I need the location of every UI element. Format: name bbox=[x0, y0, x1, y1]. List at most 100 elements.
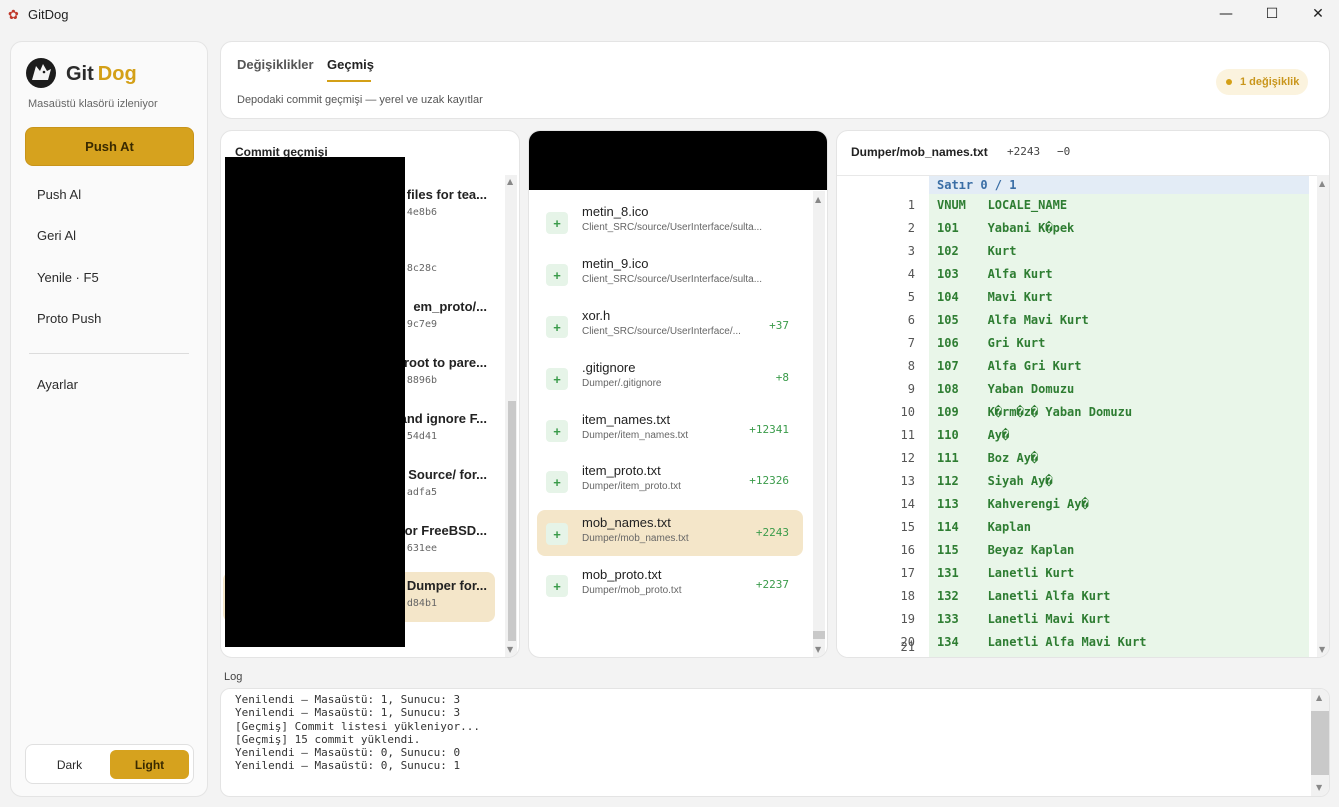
line-number: 11 bbox=[900, 428, 915, 442]
file-row[interactable]: + .gitignore Dumper/.gitignore +8 bbox=[537, 355, 803, 401]
line-code: 101 Yabani K�pek bbox=[937, 221, 1075, 235]
line-number: 7 bbox=[907, 336, 915, 350]
sidebar-divider bbox=[29, 353, 189, 354]
sidebar-item-proto-push[interactable]: Proto Push bbox=[37, 311, 101, 326]
push-button[interactable]: Push At bbox=[25, 127, 194, 166]
theme-toggle: Dark Light bbox=[25, 744, 194, 784]
log-output[interactable]: Yenilendi — Masaüstü: 1, Sunucu: 3 Yenile… bbox=[220, 688, 1330, 797]
sidebar-item-settings[interactable]: Ayarlar bbox=[37, 377, 78, 392]
scroll-down-icon[interactable]: ▼ bbox=[1319, 645, 1325, 654]
file-row[interactable]: + mob_proto.txt Dumper/mob_proto.txt +22… bbox=[537, 562, 803, 608]
diff-line: 18 132 Lanetli Alfa Kurt bbox=[837, 589, 1307, 612]
scrollbar-thumb[interactable] bbox=[508, 401, 516, 641]
scroll-down-icon[interactable]: ▼ bbox=[1316, 783, 1322, 792]
line-number: 9 bbox=[907, 382, 915, 396]
app-icon: ✿ bbox=[8, 7, 19, 22]
line-number: 1 bbox=[907, 198, 915, 212]
commit-scrollbar[interactable]: ▲ ▼ bbox=[505, 175, 517, 657]
file-name: xor.h bbox=[582, 308, 611, 323]
diff-line: 11 110 Ay� bbox=[837, 428, 1307, 451]
diff-additions: +2243 bbox=[1007, 145, 1041, 158]
scrollbar-thumb[interactable] bbox=[813, 631, 825, 639]
active-tab-indicator bbox=[327, 80, 371, 82]
file-row[interactable]: + metin_8.ico Client_SRC/source/UserInte… bbox=[537, 199, 803, 245]
line-number: 19 bbox=[900, 612, 915, 626]
tab-history[interactable]: Geçmiş bbox=[327, 57, 374, 72]
line-code: 105 Alfa Mavi Kurt bbox=[937, 313, 1089, 327]
line-number: 21 bbox=[900, 640, 915, 654]
file-name: item_names.txt bbox=[582, 412, 671, 427]
scroll-down-icon[interactable]: ▼ bbox=[815, 645, 821, 654]
log-lines: Yenilendi — Masaüstü: 1, Sunucu: 3 Yenile… bbox=[235, 693, 480, 773]
line-code: 113 Kahverengi Ay� bbox=[937, 497, 1089, 511]
file-path: Dumper/.gitignore bbox=[582, 378, 662, 389]
diff-line: 10 109 K�rm�z� Yaban Domuzu bbox=[837, 405, 1307, 428]
header-description: Depodaki commit geçmişi — yerel ve uzak … bbox=[237, 94, 483, 106]
file-name: mob_proto.txt bbox=[582, 567, 662, 582]
line-code: 107 Alfa Gri Kurt bbox=[937, 359, 1082, 373]
log-scrollbar[interactable]: ▲ ▼ bbox=[1311, 689, 1329, 796]
scroll-up-icon[interactable]: ▲ bbox=[815, 195, 821, 204]
line-code: 111 Boz Ay� bbox=[937, 451, 1039, 465]
scrollbar-thumb[interactable] bbox=[1311, 711, 1329, 775]
line-number: 17 bbox=[900, 566, 915, 580]
diff-line: 12 111 Boz Ay� bbox=[837, 451, 1307, 474]
diff-line: 14 113 Kahverengi Ay� bbox=[837, 497, 1307, 520]
title-bar: ✿ GitDog — ☐ ✕ bbox=[0, 0, 1339, 30]
added-icon: + bbox=[546, 368, 568, 390]
theme-dark-button[interactable]: Dark bbox=[32, 750, 107, 779]
diff-view[interactable]: Satır 0 / 1 1 VNUM LOCALE_NAME 2 101 Yabani… bbox=[837, 175, 1317, 657]
file-row[interactable]: + metin_9.ico Client_SRC/source/UserInte… bbox=[537, 251, 803, 297]
file-additions: +12326 bbox=[749, 474, 789, 487]
diff-line: 7 106 Gri Kurt bbox=[837, 336, 1307, 359]
line-number: 16 bbox=[900, 543, 915, 557]
dog-logo-icon bbox=[26, 58, 56, 88]
file-additions: +2243 bbox=[755, 526, 789, 539]
diff-line: 21 bbox=[837, 640, 1307, 657]
line-code: 114 Kaplan bbox=[937, 520, 1031, 534]
file-row[interactable]: + item_names.txt Dumper/item_names.txt +… bbox=[537, 407, 803, 453]
tab-changes[interactable]: Değişiklikler bbox=[237, 57, 314, 72]
file-additions: +37 bbox=[769, 319, 789, 332]
added-icon: + bbox=[546, 420, 568, 442]
diff-scrollbar[interactable]: ▲ ▼ bbox=[1317, 175, 1329, 657]
diff-line: 8 107 Alfa Gri Kurt bbox=[837, 359, 1307, 382]
maximize-button[interactable]: ☐ bbox=[1249, 0, 1295, 28]
line-code: 133 Lanetli Mavi Kurt bbox=[937, 612, 1111, 626]
log-label: Log bbox=[224, 671, 243, 683]
file-name: .gitignore bbox=[582, 360, 636, 375]
line-number: 13 bbox=[900, 474, 915, 488]
log-line: [Geçmiş] Commit listesi yükleniyor... bbox=[235, 719, 481, 733]
sidebar-item-refresh[interactable]: Yenile · F5 bbox=[37, 270, 99, 285]
line-code: 132 Lanetli Alfa Kurt bbox=[937, 589, 1111, 603]
diff-line: 2 101 Yabani K�pek bbox=[837, 221, 1307, 244]
file-row[interactable]: + xor.h Client_SRC/source/UserInterface/… bbox=[537, 303, 803, 349]
file-name: metin_8.ico bbox=[582, 204, 649, 219]
file-name: item_proto.txt bbox=[582, 463, 661, 478]
file-path: Client_SRC/source/UserInterface/sulta... bbox=[582, 222, 763, 233]
file-row-selected[interactable]: + mob_names.txt Dumper/mob_names.txt +22… bbox=[537, 510, 803, 556]
log-line: Yenilendi — Masaüstü: 0, Sunucu: 0 bbox=[235, 746, 461, 760]
diff-line: 3 102 Kurt bbox=[837, 244, 1307, 267]
scroll-up-icon[interactable]: ▲ bbox=[1316, 693, 1322, 702]
file-row[interactable]: + item_proto.txt Dumper/item_proto.txt +… bbox=[537, 458, 803, 504]
scroll-up-icon[interactable]: ▲ bbox=[507, 177, 513, 186]
log-line: [Geçmiş] 15 commit yüklendi. bbox=[235, 732, 421, 746]
scroll-up-icon[interactable]: ▲ bbox=[1319, 179, 1325, 188]
line-code: 106 Gri Kurt bbox=[937, 336, 1046, 350]
logo-dog: Dog bbox=[97, 63, 137, 85]
file-additions: +2237 bbox=[755, 578, 789, 591]
diff-file-name: Dumper/mob_names.txt bbox=[851, 145, 988, 159]
commit-history-panel: Commit geçmişi files for tea... 4e8b6 8c… bbox=[220, 130, 520, 658]
sidebar-item-revert[interactable]: Geri Al bbox=[37, 228, 76, 243]
scroll-down-icon[interactable]: ▼ bbox=[507, 645, 513, 654]
minimize-button[interactable]: — bbox=[1203, 0, 1249, 28]
line-number: 8 bbox=[907, 359, 915, 373]
added-icon: + bbox=[546, 212, 568, 234]
close-button[interactable]: ✕ bbox=[1295, 0, 1339, 28]
sidebar-item-pull[interactable]: Push Al bbox=[37, 187, 81, 202]
sidebar: Git Dog Masaüstü klasörü izleniyor Push A… bbox=[10, 41, 208, 797]
theme-light-button[interactable]: Light bbox=[110, 750, 189, 779]
files-scrollbar[interactable]: ▲ ▼ bbox=[813, 191, 825, 657]
line-number: 10 bbox=[900, 405, 915, 419]
